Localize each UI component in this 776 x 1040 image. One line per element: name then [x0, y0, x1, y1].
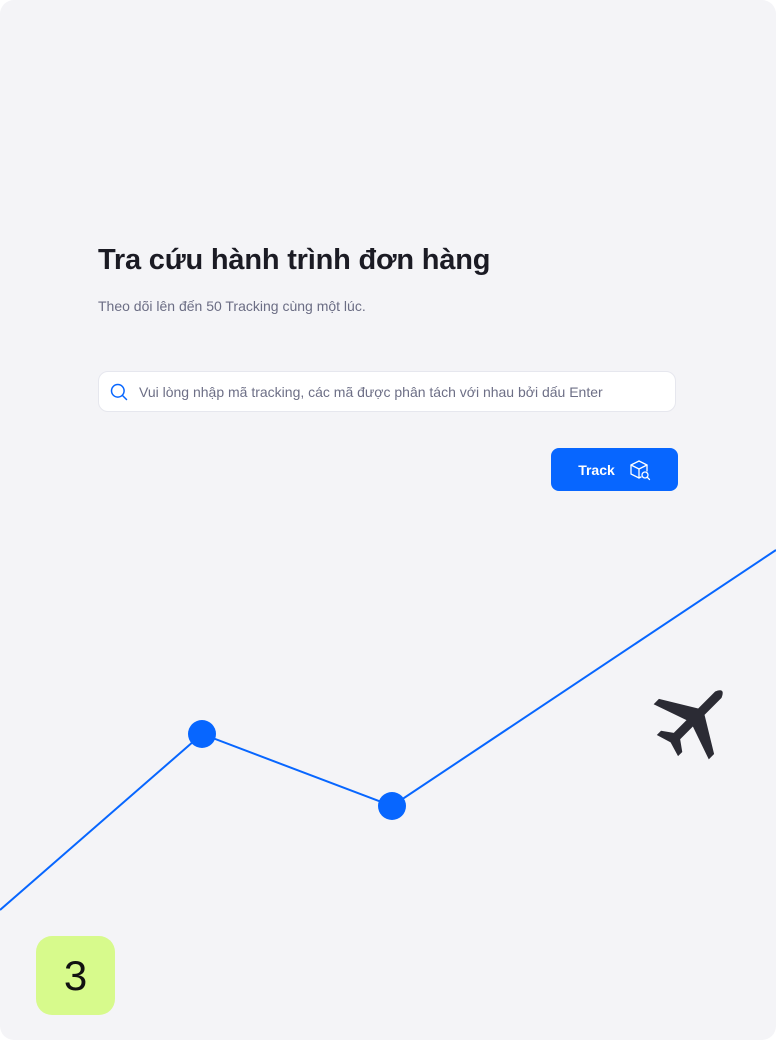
- page-title: Tra cứu hành trình đơn hàng: [98, 244, 491, 276]
- route-line: [0, 549, 776, 911]
- route-illustration: [0, 549, 776, 911]
- page-subtitle: Theo dõi lên đến 50 Tracking cùng một lú…: [98, 298, 366, 314]
- route-point-1: [188, 720, 216, 748]
- search-icon: [110, 383, 128, 401]
- track-button-label: Track: [578, 461, 615, 478]
- tracking-card: Tra cứu hành trình đơn hàng Theo dõi lên…: [0, 0, 776, 1040]
- airplane-icon: [653, 690, 723, 760]
- tracking-input[interactable]: [139, 372, 669, 411]
- track-button[interactable]: Track: [551, 448, 678, 491]
- box-search-icon: [630, 459, 650, 480]
- search-box[interactable]: [98, 371, 676, 412]
- route-point-2: [378, 792, 406, 820]
- step-number-badge: 3: [36, 936, 115, 1015]
